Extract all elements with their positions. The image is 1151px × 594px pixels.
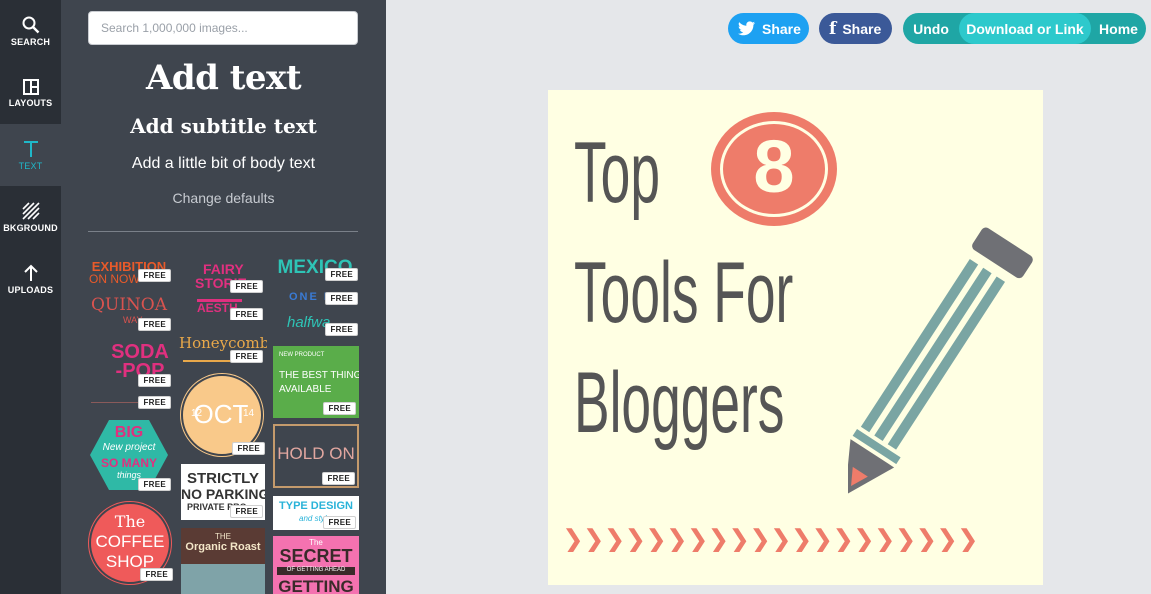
text-template-mexico[interactable]: MEXICO FREE [271,257,359,283]
free-badge: FREE [230,308,263,320]
text-template-soda-pop[interactable]: SODA -POP FREE [87,340,171,388]
layouts-icon [22,78,39,95]
action-button-group: Undo Download or Link Home [903,13,1146,44]
text-template-fairy-stories[interactable]: FAIRY STORIE AESTH FREE FREE [179,256,263,320]
sidebar-item-background[interactable]: BKGROUND [0,186,61,248]
text-template-oct[interactable]: OCT 12 14 FREE [179,372,269,458]
background-icon [21,201,40,220]
facebook-share-button[interactable]: f Share [819,13,892,44]
facebook-icon: f [829,18,837,39]
free-badge: FREE [232,442,265,455]
text-template-big-project[interactable]: BIG New project SO MANY things FREE [87,418,171,492]
home-button[interactable]: Home [1091,13,1146,44]
sidebar-item-label: LAYOUTS [8,97,53,108]
canvas-title-bottom[interactable]: Bloggers [574,360,784,446]
free-badge: FREE [325,323,358,336]
change-defaults-link[interactable]: Change defaults [61,190,386,206]
sidebar-item-label: TEXT [18,160,43,171]
divider [88,231,358,232]
free-badge: FREE [138,396,171,409]
free-badge: FREE [323,402,356,415]
text-template-one-d[interactable]: ONE D FREE [271,288,359,306]
free-badge: FREE [138,374,171,387]
sidebar-item-layouts[interactable]: LAYOUTS [0,62,61,124]
text-template-quinoa[interactable]: QUINOA WAY FREE [87,292,171,332]
free-badge: FREE [138,478,171,491]
text-template-halfway[interactable]: halfwa FREE [271,310,359,338]
free-badge: FREE [230,505,263,518]
add-body-text-button[interactable]: Add a little bit of body text [61,155,386,173]
sidebar-item-label: UPLOADS [7,284,54,295]
number-badge[interactable]: 8 [711,112,837,226]
number-eight: 8 [753,125,795,208]
text-template-honeycomb[interactable]: Honeycomb FREE [179,332,267,368]
add-subtitle-button[interactable]: Add subtitle text [61,114,386,138]
canvas-title-top[interactable]: Top [574,130,660,216]
canvas-title-middle[interactable]: Tools For [574,250,793,336]
free-badge: FREE [323,516,356,529]
sidebar-item-uploads[interactable]: UPLOADS [0,248,61,310]
upload-icon [23,264,38,281]
free-badge: FREE [322,472,355,485]
design-canvas[interactable]: Top 8 Tools For Bloggers ❯❯❯❯❯❯❯❯❯❯❯❯❯❯❯… [548,90,1043,585]
free-badge: FREE [325,292,358,305]
free-badge: FREE [138,269,171,282]
pencil-icon[interactable] [848,222,1038,512]
free-badge: FREE [230,350,263,363]
twitter-bird-icon [738,21,755,36]
text-template-new-product[interactable]: NEW PRODUCT THE BEST THING AVAILABLE FRE… [273,346,359,418]
image-search-input[interactable] [88,11,358,45]
text-template-exhibition[interactable]: EXHIBITION ON NOW FREE [87,257,171,287]
sidebar-item-text[interactable]: TEXT [0,124,61,186]
free-badge: FREE [140,568,173,581]
text-template-coffee-shop[interactable]: The COFFEE SHOP FREE [87,500,173,586]
undo-button[interactable]: Undo [903,13,959,44]
twitter-share-button[interactable]: Share [728,13,809,44]
add-heading-button[interactable]: Add text [61,58,386,98]
text-template-organic-roast[interactable]: THE Organic Roast [181,528,265,594]
free-badge: FREE [230,280,263,293]
search-icon [22,16,39,33]
download-or-link-button[interactable]: Download or Link [959,13,1091,44]
facebook-share-label: Share [842,20,882,37]
sidebar-item-search[interactable]: SEARCH [0,0,61,62]
chevron-border: ❯❯❯❯❯❯❯❯❯❯❯❯❯❯❯❯❯❯❯❯ [562,526,979,552]
text-template-secret[interactable]: The SECRET OF GETTING AHEAD GETTING [273,536,359,594]
free-badge: FREE [325,268,358,281]
sidebar-item-label: SEARCH [10,36,51,47]
free-badge: FREE [138,318,171,331]
text-panel: Add text Add subtitle text Add a little … [61,0,386,594]
text-template-hold-on[interactable]: HOLD ON FREE [273,424,359,488]
text-template-strictly-no-parking[interactable]: STRICTLY NO PARKING PRIVATE PRO FREE [181,464,265,520]
text-icon [23,140,38,157]
text-template-minimal[interactable]: FREE [87,394,171,412]
twitter-share-label: Share [762,20,801,37]
text-template-type-design[interactable]: TYPE DESIGN and style FREE [273,496,359,530]
icon-rail: SEARCH LAYOUTS TEXT BKGROUND UPLOADS [0,0,61,594]
sidebar-item-label: BKGROUND [3,222,58,233]
